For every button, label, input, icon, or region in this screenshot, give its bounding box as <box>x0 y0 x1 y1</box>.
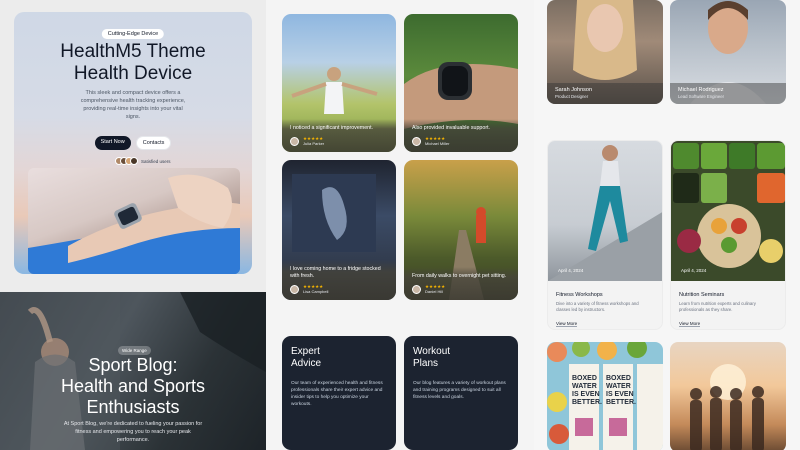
packaging-text: WATER <box>606 383 631 390</box>
avatar <box>290 284 299 294</box>
avatar <box>412 284 421 294</box>
team-member-role: Lead Software Engineer <box>678 94 725 99</box>
testimonial-quote: From daily walks to overnight pet sittin… <box>412 273 507 279</box>
contacts-button[interactable]: Contacts <box>135 136 172 150</box>
service-card[interactable]: April 4, 2024 Fitness Workshops Dive int… <box>547 140 663 330</box>
nutrition-photo <box>671 141 785 281</box>
boxed-water-photo: BOXED WATER IS EVEN BETTER. BOXED WATER … <box>547 342 663 450</box>
packaging-text: WATER <box>572 383 597 390</box>
hero-title: HealthM5 Theme Health Device <box>60 41 206 84</box>
service-date: April 4, 2024 <box>558 268 584 273</box>
avatar <box>130 157 138 165</box>
testimonial-name: Julia Parker <box>303 141 325 146</box>
expert-advice-card[interactable]: Expert Advice Our team of experienced he… <box>282 336 396 450</box>
testimonial-quote: Also provided invaluable support. <box>412 125 491 131</box>
testimonial-overlay: Also provided invaluable support. ★★★★★ … <box>404 119 518 152</box>
service-title: Nutrition Seminars <box>679 292 725 298</box>
team-member-name: Sarah Johnson <box>555 87 592 93</box>
hero-description: This sleek and compact device offers a c… <box>80 90 186 120</box>
testimonial-card[interactable]: Also provided invaluable support. ★★★★★ … <box>404 14 518 152</box>
packaging-text: BETTER. <box>606 399 636 406</box>
sport-blog-tag: Wide Range <box>118 346 151 355</box>
packaging-text: IS EVEN <box>606 391 634 398</box>
card-description: Our blog features a variety of workout p… <box>413 381 506 400</box>
service-description: Learn from nutrition experts and culinar… <box>679 301 756 312</box>
team-member-role: Product Designer <box>555 94 589 99</box>
packaging-text: BETTER. <box>572 399 602 406</box>
testimonial-name: Michael Miller <box>425 141 450 146</box>
service-title: Fitness Workshops <box>556 292 603 298</box>
testimonial-name: Daniel Hill <box>425 289 444 294</box>
friends-sunset-illustration <box>690 364 764 450</box>
service-description: Dive into a variety of fitness workshops… <box>556 301 639 312</box>
satisfied-users-label: Satisfied users <box>141 158 171 164</box>
avatar <box>412 136 421 146</box>
packaging-text: IS EVEN <box>572 391 600 398</box>
card-title: Expert Advice <box>291 346 322 369</box>
team-member-name: Michael Rodriguez <box>678 87 724 93</box>
testimonial-overlay: I noticed a significant improvement. ★★★… <box>282 119 396 152</box>
hero-card: Cutting-Edge Device HealthM5 Theme Healt… <box>14 12 252 274</box>
testimonial-card[interactable]: I noticed a significant improvement. ★★★… <box>282 14 396 152</box>
team-member-card[interactable]: Sarah Johnson Product Designer <box>547 0 663 104</box>
sport-blog-section: Wide Range Sport Blog: Health and Sports… <box>0 292 266 450</box>
sport-blog-description: At Sport Blog, we're dedicated to fuelin… <box>63 421 203 443</box>
smartwatch-illustration <box>28 174 240 274</box>
view-more-link[interactable]: View More <box>556 321 578 327</box>
service-card[interactable]: April 4, 2024 Nutrition Seminars Learn f… <box>670 140 786 330</box>
testimonial-card[interactable]: I love coming home to a fridge stocked w… <box>282 160 396 300</box>
testimonial-overlay: From daily walks to overnight pet sittin… <box>404 267 518 300</box>
view-more-link[interactable]: View More <box>679 321 701 327</box>
testimonial-card[interactable]: From daily walks to overnight pet sittin… <box>404 160 518 300</box>
testimonial-overlay: I love coming home to a fridge stocked w… <box>282 260 396 300</box>
workout-plans-card[interactable]: Workout Plans Our blog features a variet… <box>404 336 518 450</box>
card-description: Our team of experienced health and fitne… <box>291 381 383 407</box>
packaging-text: BOXED <box>572 375 597 382</box>
testimonial-name: Lisa Campbell <box>303 289 329 294</box>
hero-buttons: Start Now Contacts <box>14 136 252 150</box>
avatar <box>290 136 299 146</box>
testimonial-quote: I love coming home to a fridge stocked w… <box>290 266 381 279</box>
vegetables-illustration <box>673 143 785 268</box>
group-sunset-photo <box>670 342 786 450</box>
testimonial-quote: I noticed a significant improvement. <box>290 125 374 131</box>
satisfied-users: Satisfied users <box>115 157 171 165</box>
fitness-photo <box>548 141 662 281</box>
hero-tag: Cutting-Edge Device <box>101 29 165 39</box>
packaging-text: BOXED <box>606 375 631 382</box>
runner-stairs-illustration <box>548 145 662 281</box>
service-date: April 4, 2024 <box>681 268 707 273</box>
boxed-water-illustration: BOXED WATER IS EVEN BETTER. BOXED WATER … <box>547 342 663 450</box>
team-member-card[interactable]: Michael Rodriguez Lead Software Engineer <box>670 0 786 104</box>
sport-blog-title: Sport Blog: Health and Sports Enthusiast… <box>60 355 206 417</box>
card-title: Workout Plans <box>413 346 451 369</box>
smartwatch-photo <box>28 168 240 274</box>
start-now-button[interactable]: Start Now <box>94 136 131 150</box>
